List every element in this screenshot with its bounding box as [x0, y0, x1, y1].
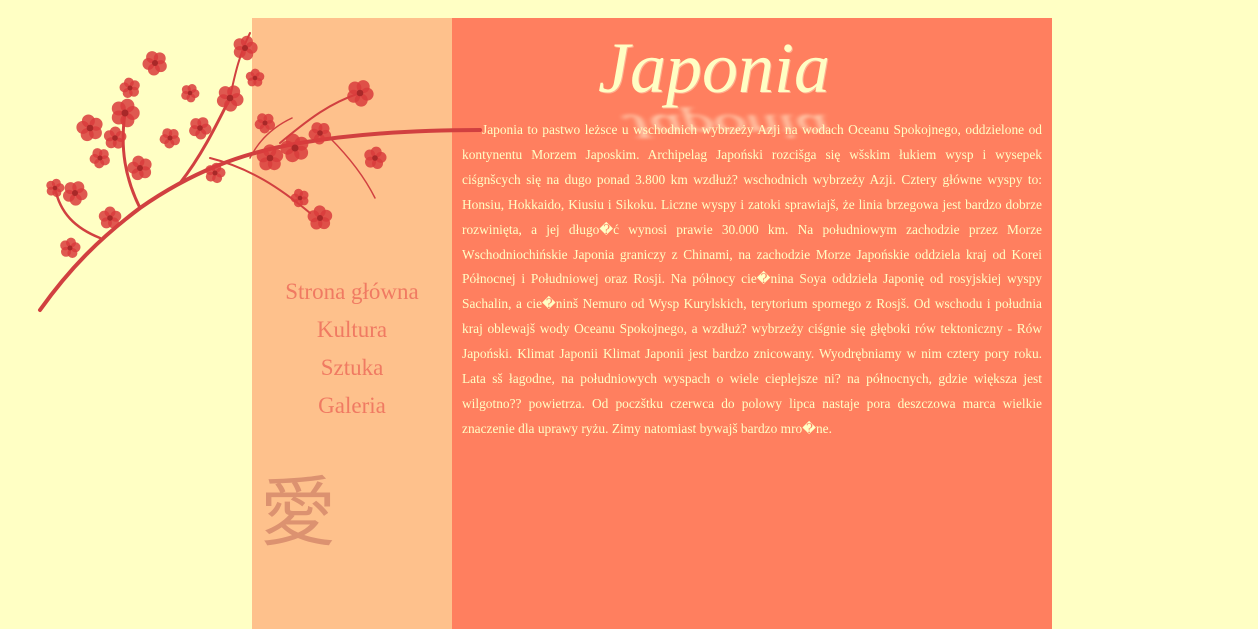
blossom-icon	[364, 146, 387, 169]
nav-item-art[interactable]: Sztuka	[252, 349, 452, 387]
blossom-icon	[46, 178, 65, 198]
blossom-icon	[142, 51, 167, 76]
blossom-icon	[280, 133, 309, 163]
blossom-icon	[245, 68, 265, 87]
blossom-icon	[307, 205, 333, 230]
nav-item-gallery[interactable]: Galeria	[252, 387, 452, 425]
blossom-icon	[89, 148, 110, 169]
blossom-icon	[233, 35, 258, 61]
article-text: Japonia to pastwo leżsce u wschodnich wy…	[462, 122, 1042, 436]
blossom-icon	[159, 128, 180, 149]
blossom-icon	[119, 77, 140, 98]
blossom-icon	[98, 206, 122, 229]
cherry-blossom-branch-icon	[38, 32, 482, 312]
blossom-icon	[347, 80, 374, 107]
main-content: Japonia Japonia Japonia to pastwo leżsce…	[452, 18, 1052, 629]
blossom-icon	[216, 85, 244, 112]
page-header: Japonia Japonia	[452, 24, 1052, 146]
blossom-icon	[127, 155, 152, 181]
kanji-love-decoration: 愛	[260, 468, 336, 557]
blossom-icon	[60, 237, 81, 258]
blossom-icon	[189, 117, 212, 140]
blossom-icon	[76, 114, 103, 142]
page-title: Japonia	[598, 28, 830, 108]
blossom-icon	[181, 84, 200, 103]
blossom-icon	[290, 188, 309, 208]
blossom-icon	[63, 181, 88, 206]
blossom-icon	[111, 98, 140, 128]
